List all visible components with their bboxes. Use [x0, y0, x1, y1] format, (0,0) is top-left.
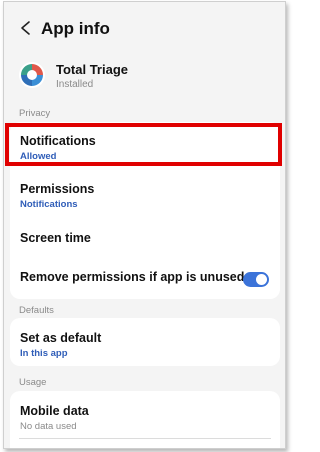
- mobile-data-item[interactable]: Mobile data No data used: [10, 391, 280, 439]
- mobile-data-subtitle: No data used: [20, 421, 77, 432]
- permissions-title: Permissions: [20, 182, 95, 196]
- usage-card: Mobile data No data used: [10, 391, 280, 448]
- mobile-data-title: Mobile data: [20, 404, 89, 418]
- remove-permissions-toggle[interactable]: [243, 272, 269, 287]
- set-as-default-item[interactable]: Set as default In this app: [10, 318, 280, 366]
- permissions-item[interactable]: Permissions Notifications: [10, 170, 280, 216]
- remove-permissions-title: Remove permissions if app is unused: [20, 270, 245, 284]
- section-label-defaults: Defaults: [19, 305, 54, 316]
- app-header: Total Triage Installed: [4, 54, 285, 100]
- section-label-usage: Usage: [19, 377, 47, 388]
- app-install-status: Installed: [56, 79, 94, 90]
- remove-permissions-item[interactable]: Remove permissions if app is unused: [10, 258, 280, 298]
- set-as-default-title: Set as default: [20, 331, 102, 345]
- screen-time-item[interactable]: Screen time: [10, 218, 280, 256]
- section-label-privacy: Privacy: [19, 108, 51, 119]
- toggle-knob: [256, 274, 267, 285]
- page-title: App info: [41, 19, 110, 38]
- set-as-default-subtitle: In this app: [20, 348, 68, 359]
- divider: [19, 438, 271, 439]
- back-arrow-icon[interactable]: [19, 20, 33, 36]
- notifications-highlight-box: [5, 123, 282, 166]
- screen-time-title: Screen time: [20, 231, 91, 245]
- top-bar: App info: [4, 2, 285, 54]
- app-info-screen: App info Total Triage Installed Privacy …: [3, 1, 286, 449]
- permissions-subtitle: Notifications: [20, 199, 78, 210]
- total-triage-app-icon: [19, 62, 45, 88]
- defaults-card: Set as default In this app: [10, 318, 280, 366]
- app-name: Total Triage: [56, 62, 128, 77]
